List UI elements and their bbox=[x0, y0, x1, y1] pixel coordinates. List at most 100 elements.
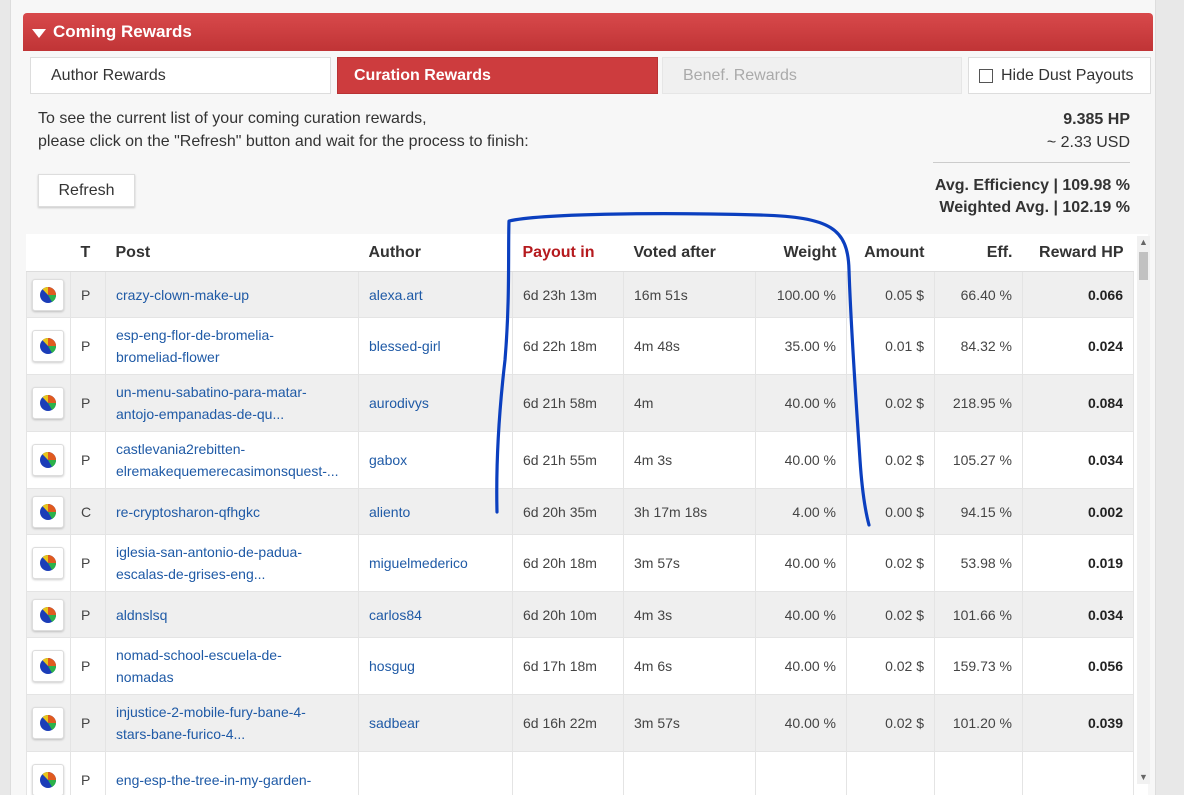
post-link[interactable]: aldnslsq bbox=[116, 604, 348, 626]
pie-chart-button[interactable] bbox=[32, 330, 64, 362]
pie-chart-button[interactable] bbox=[32, 650, 64, 682]
pie-chart-icon bbox=[40, 658, 57, 674]
payout-in-cell bbox=[512, 751, 624, 795]
col-amount[interactable]: Amount bbox=[846, 234, 935, 272]
col-voted-after[interactable]: Voted after bbox=[623, 234, 756, 272]
tab-benef-rewards: Benef. Rewards bbox=[662, 57, 962, 94]
pie-chart-icon bbox=[40, 452, 57, 468]
post-link[interactable]: elremakequemerecasimonsquest-... bbox=[116, 460, 348, 482]
pie-chart-button[interactable] bbox=[32, 547, 64, 579]
reward-hp-cell: 0.084 bbox=[1022, 374, 1134, 432]
post-link[interactable]: bromeliad-flower bbox=[116, 346, 348, 368]
weight-cell: 35.00 % bbox=[755, 317, 847, 375]
author-cell: gabox bbox=[358, 431, 513, 489]
author-cell: aliento bbox=[358, 488, 513, 535]
author-cell: miguelmederico bbox=[358, 534, 513, 592]
amount-cell: 0.02 $ bbox=[846, 431, 935, 489]
pie-chart-icon bbox=[40, 606, 57, 623]
pie-chart-button[interactable] bbox=[32, 278, 64, 311]
hide-dust-checkbox[interactable] bbox=[979, 68, 993, 83]
table-scrollbar[interactable]: ▲ ▼ bbox=[1137, 236, 1150, 784]
author-link[interactable]: hosgug bbox=[369, 658, 415, 674]
col-type[interactable]: T bbox=[70, 234, 106, 272]
type-cell: P bbox=[70, 431, 106, 489]
row-action-cell bbox=[26, 488, 71, 535]
author-link[interactable]: carlos84 bbox=[369, 607, 422, 623]
post-link[interactable]: injustice-2-mobile-fury-bane-4- bbox=[116, 701, 348, 723]
post-link[interactable]: nomad-school-escuela-de- bbox=[116, 644, 348, 666]
author-link[interactable]: aurodivys bbox=[369, 395, 429, 411]
row-action-cell bbox=[26, 694, 71, 752]
amount-cell: 0.05 $ bbox=[846, 271, 935, 318]
pie-chart-button[interactable] bbox=[32, 598, 64, 631]
scroll-down-arrow-icon[interactable]: ▼ bbox=[1137, 771, 1150, 784]
reward-hp-cell bbox=[1022, 751, 1134, 795]
pie-chart-button[interactable] bbox=[32, 387, 64, 419]
tab-author-rewards[interactable]: Author Rewards bbox=[30, 57, 331, 94]
post-link[interactable]: esp-eng-flor-de-bromelia- bbox=[116, 324, 348, 346]
payout-in-cell: 6d 17h 18m bbox=[512, 637, 624, 695]
scroll-thumb[interactable] bbox=[1139, 252, 1148, 280]
voted-after-cell: 4m 3s bbox=[623, 591, 756, 638]
row-action-cell bbox=[26, 591, 71, 638]
col-weight[interactable]: Weight bbox=[755, 234, 847, 272]
tab-curation-rewards[interactable]: Curation Rewards bbox=[337, 57, 658, 94]
post-link[interactable]: eng-esp-the-tree-in-my-garden- bbox=[116, 769, 348, 791]
type-cell: P bbox=[70, 694, 106, 752]
post-link[interactable]: antojo-empanadas-de-qu... bbox=[116, 403, 348, 425]
post-link[interactable]: castlevania2rebitten- bbox=[116, 438, 348, 460]
eff-cell: 94.15 % bbox=[934, 488, 1023, 535]
author-link[interactable]: gabox bbox=[369, 452, 407, 468]
row-action-cell bbox=[26, 751, 71, 795]
refresh-button[interactable]: Refresh bbox=[38, 174, 135, 207]
rewards-tabs: Author Rewards Curation Rewards Benef. R… bbox=[23, 57, 1153, 95]
col-eff[interactable]: Eff. bbox=[934, 234, 1023, 272]
amount-cell: 0.02 $ bbox=[846, 591, 935, 638]
row-action-cell bbox=[26, 374, 71, 432]
author-link[interactable]: aliento bbox=[369, 504, 410, 520]
coming-rewards-header[interactable]: Coming Rewards bbox=[23, 13, 1153, 51]
payout-in-cell: 6d 23h 13m bbox=[512, 271, 624, 318]
voted-after-cell: 4m bbox=[623, 374, 756, 432]
payout-in-cell: 6d 20h 35m bbox=[512, 488, 624, 535]
post-link[interactable]: crazy-clown-make-up bbox=[116, 284, 348, 306]
author-link[interactable]: miguelmederico bbox=[369, 555, 468, 571]
instructions-text: To see the current list of your coming c… bbox=[38, 107, 529, 153]
table-row: Pnomad-school-escuela-de-nomadas hosgug 6d… bbox=[26, 637, 1134, 695]
hide-dust-payouts-toggle[interactable]: Hide Dust Payouts bbox=[968, 57, 1151, 94]
post-link[interactable]: escalas-de-grises-eng... bbox=[116, 563, 348, 585]
col-payout-in[interactable]: Payout in bbox=[512, 234, 624, 272]
efficiency-summary: Avg. Efficiency | 109.98 % Weighted Avg.… bbox=[933, 162, 1130, 219]
author-link[interactable]: blessed-girl bbox=[369, 338, 441, 354]
pie-chart-button[interactable] bbox=[32, 707, 64, 739]
pie-chart-button[interactable] bbox=[32, 495, 64, 528]
post-cell: castlevania2rebitten-elremakequemerecasi… bbox=[105, 431, 359, 489]
author-cell: hosgug bbox=[358, 637, 513, 695]
reward-hp-cell: 0.019 bbox=[1022, 534, 1134, 592]
voted-after-cell: 4m 3s bbox=[623, 431, 756, 489]
table-row: Peng-esp-the-tree-in-my-garden- bbox=[26, 751, 1134, 795]
type-cell: P bbox=[70, 317, 106, 375]
eff-cell: 105.27 % bbox=[934, 431, 1023, 489]
row-action-cell bbox=[26, 317, 71, 375]
eff-cell: 159.73 % bbox=[934, 637, 1023, 695]
col-reward-hp[interactable]: Reward HP bbox=[1022, 234, 1134, 272]
scroll-up-arrow-icon[interactable]: ▲ bbox=[1137, 236, 1150, 249]
pie-chart-button[interactable] bbox=[32, 764, 64, 795]
post-link[interactable]: iglesia-san-antonio-de-padua- bbox=[116, 541, 348, 563]
col-post[interactable]: Post bbox=[105, 234, 359, 272]
post-link[interactable]: un-menu-sabatino-para-matar- bbox=[116, 381, 348, 403]
type-cell: P bbox=[70, 637, 106, 695]
type-cell: P bbox=[70, 591, 106, 638]
post-link[interactable]: nomadas bbox=[116, 666, 348, 688]
pie-chart-button[interactable] bbox=[32, 444, 64, 476]
author-link[interactable]: alexa.art bbox=[369, 287, 423, 303]
post-cell: crazy-clown-make-up bbox=[105, 271, 359, 318]
voted-after-cell: 16m 51s bbox=[623, 271, 756, 318]
author-link[interactable]: sadbear bbox=[369, 715, 420, 731]
col-author[interactable]: Author bbox=[358, 234, 513, 272]
post-link[interactable]: re-cryptosharon-qfhgkc bbox=[116, 501, 348, 523]
row-action-cell bbox=[26, 431, 71, 489]
post-link[interactable]: stars-bane-furico-4... bbox=[116, 723, 348, 745]
post-cell: injustice-2-mobile-fury-bane-4- stars-ban… bbox=[105, 694, 359, 752]
